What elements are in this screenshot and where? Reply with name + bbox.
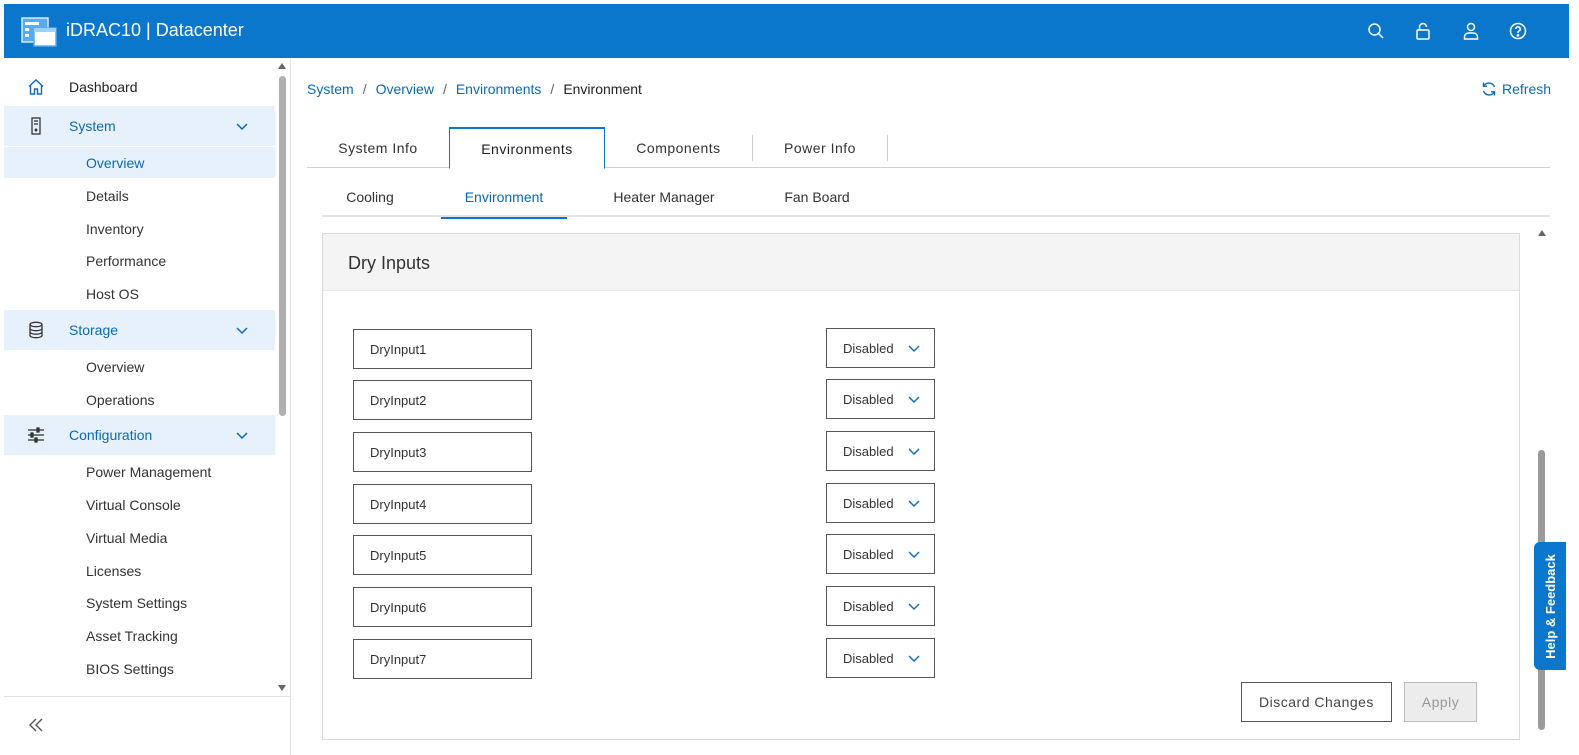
breadcrumb: System / Overview / Environments / Envir… [307,81,642,97]
dry-input-name: DryInput7 [353,639,532,679]
search-icon[interactable] [1366,21,1386,41]
top-header: iDRAC10 | Datacenter [4,4,1569,58]
dry-input-state-select[interactable]: Disabled [826,638,935,678]
dry-input-state-select[interactable]: Disabled [826,483,935,523]
server-icon [26,116,46,136]
scroll-up-arrow-icon[interactable] [277,62,287,70]
app-title: iDRAC10 | Datacenter [66,20,244,40]
dry-input-name: DryInput5 [353,535,532,575]
sidebar-item-label: Storage [69,322,119,338]
sidebar-item-dashboard[interactable]: Dashboard [4,67,275,107]
sidebar-item-virtual-media[interactable]: Virtual Media [4,522,275,553]
chevron-down-icon [908,551,920,558]
chevron-down-icon [908,345,920,352]
refresh-label: Refresh [1502,81,1552,97]
dry-input-name: DryInput4 [353,484,532,524]
breadcrumb-system[interactable]: System [307,81,354,97]
dry-input-name: DryInput1 [353,329,532,369]
chevron-down-icon [236,123,248,131]
main-scroll-up-arrow-icon[interactable] [1537,228,1547,238]
chevron-down-icon [236,432,248,440]
tab-system-info[interactable]: System Info [307,127,449,168]
help-feedback-button[interactable]: Help & Feedback [1534,542,1566,670]
breadcrumb-current: Environment [563,81,642,97]
home-icon [26,77,46,97]
apply-button[interactable]: Apply [1404,682,1477,722]
tab-power-info[interactable]: Power Info [753,127,887,168]
tab-components[interactable]: Components [605,127,752,168]
main-tabs: System Info Environments Components Powe… [307,127,1550,169]
chevron-down-icon [908,655,920,662]
tab-environments[interactable]: Environments [449,127,605,169]
sidebar-item-virtual-console[interactable]: Virtual Console [4,489,275,520]
idrac-logo-icon [20,12,60,50]
sliders-icon [26,425,46,445]
help-icon[interactable] [1508,21,1528,41]
dry-input-state-select[interactable]: Disabled [826,586,935,626]
dry-inputs-panel: Dry Inputs DryInput1 Disabled DryInput2 … [322,233,1520,740]
discard-changes-button[interactable]: Discard Changes [1241,682,1392,722]
chevron-down-icon [908,396,920,403]
breadcrumb-environments[interactable]: Environments [456,81,542,97]
sidebar-item-system-overview[interactable]: Overview [4,147,275,178]
sidebar-item-host-os[interactable]: Host OS [4,278,275,309]
sidebar-item-storage-overview[interactable]: Overview [4,351,275,382]
subtab-cooling[interactable]: Cooling [322,177,418,217]
sidebar-item-inventory[interactable]: Inventory [4,213,275,244]
chevron-down-icon [908,500,920,507]
subtab-heater-manager[interactable]: Heater Manager [592,177,736,217]
dry-input-state-select[interactable]: Disabled [826,379,935,419]
dry-input-name: DryInput2 [353,380,532,420]
scroll-down-arrow-icon[interactable] [277,684,287,692]
sidebar-item-licenses[interactable]: Licenses [4,555,275,586]
dry-input-name: DryInput6 [353,587,532,627]
sidebar-item-asset-tracking[interactable]: Asset Tracking [4,620,275,651]
panel-header: Dry Inputs [323,234,1519,291]
sub-tabs: Cooling Environment Heater Manager Fan B… [322,177,1550,219]
sidebar-item-system-settings[interactable]: System Settings [4,587,275,618]
help-feedback-label: Help & Feedback [1542,553,1558,659]
chevron-down-icon [236,327,248,335]
chevron-down-icon [908,603,920,610]
refresh-icon [1482,82,1496,96]
sidebar-scrollbar[interactable] [279,76,286,416]
dry-input-state-select[interactable]: Disabled [826,328,935,368]
dry-input-name: DryInput3 [353,432,532,472]
subtab-fan-board[interactable]: Fan Board [766,177,868,217]
sidebar-item-storage[interactable]: Storage [4,310,275,350]
sidebar-footer [4,696,290,755]
chevron-down-icon [908,448,920,455]
sidebar-item-configuration[interactable]: Configuration [4,415,275,455]
sidebar-item-details[interactable]: Details [4,180,275,211]
sidebar-item-performance[interactable]: Performance [4,245,275,276]
panel-title: Dry Inputs [348,253,431,273]
sidebar-nav: Dashboard System Overview Details Invent… [4,58,291,755]
database-icon [26,320,46,340]
sidebar-item-label: Dashboard [69,79,138,95]
refresh-button[interactable]: Refresh [1481,81,1551,97]
lock-icon[interactable] [1413,21,1433,41]
sidebar-item-bios-settings[interactable]: BIOS Settings [4,653,275,684]
sidebar-item-label: System [69,118,116,134]
user-icon[interactable] [1461,21,1481,41]
dry-input-state-select[interactable]: Disabled [826,534,935,574]
sidebar-item-label: Configuration [69,427,153,443]
collapse-sidebar-icon[interactable] [28,717,44,733]
sidebar-item-system[interactable]: System [4,106,275,146]
sidebar-item-power-management[interactable]: Power Management [4,456,275,487]
sidebar-item-operations[interactable]: Operations [4,384,275,415]
subtab-environment[interactable]: Environment [441,177,567,219]
dry-input-state-select[interactable]: Disabled [826,431,935,471]
breadcrumb-overview[interactable]: Overview [376,81,434,97]
